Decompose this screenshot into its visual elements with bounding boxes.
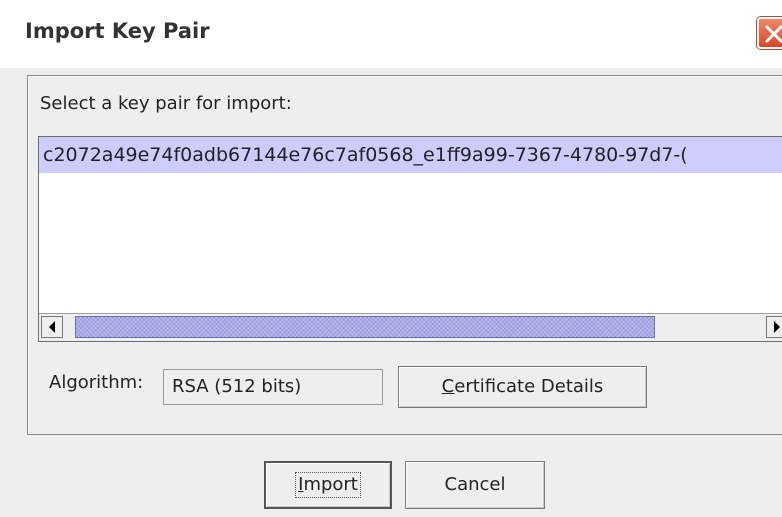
arrow-left-icon <box>49 321 55 333</box>
import-button[interactable]: Import <box>264 461 392 509</box>
import-key-pair-dialog: Import Key Pair Select a key pair for im… <box>0 0 782 517</box>
scroll-left-button[interactable] <box>41 316 63 338</box>
algorithm-label: Algorithm: <box>49 372 144 393</box>
cancel-button[interactable]: Cancel <box>405 461 545 509</box>
certificate-details-mnemonic: C <box>441 376 455 397</box>
horizontal-scrollbar[interactable] <box>39 313 782 341</box>
arrow-right-icon <box>774 321 780 333</box>
scroll-right-button[interactable] <box>766 316 782 338</box>
scrollbar-thumb[interactable] <box>75 316 655 338</box>
close-icon <box>765 25 782 43</box>
close-button[interactable] <box>757 17 782 49</box>
certificate-details-label: ertificate Details <box>454 376 604 397</box>
key-pair-list-item[interactable]: c2072a49e74f0adb67144e76c7af0568_e1ff9a9… <box>39 137 782 173</box>
window-title: Import Key Pair <box>25 19 210 43</box>
select-key-pair-label: Select a key pair for import: <box>40 93 292 114</box>
title-bar[interactable]: Import Key Pair <box>0 0 782 68</box>
certificate-details-button[interactable]: Certificate Details <box>398 366 647 408</box>
key-pair-list[interactable]: c2072a49e74f0adb67144e76c7af0568_e1ff9a9… <box>38 136 782 342</box>
import-focus-ring: Import <box>295 472 361 498</box>
import-label: mport <box>303 474 358 495</box>
algorithm-value-field: RSA (512 bits) <box>163 369 383 405</box>
